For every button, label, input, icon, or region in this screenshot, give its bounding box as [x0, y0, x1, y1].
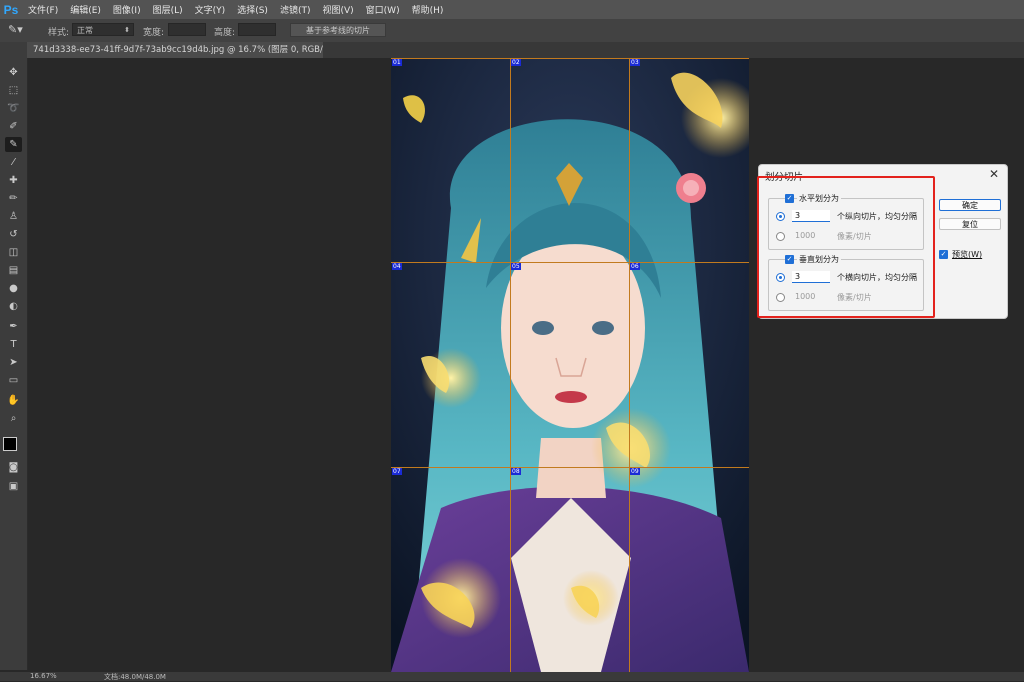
slice-badge: 03 [630, 59, 640, 66]
ok-button[interactable]: 确定 [939, 199, 1001, 211]
reset-button[interactable]: 复位 [939, 218, 1001, 230]
slice-line [629, 58, 630, 672]
slice-badge: 09 [630, 468, 640, 475]
slice-line [391, 58, 749, 59]
stamp-tool-icon[interactable]: ♙ [5, 209, 22, 224]
slice-badge: 01 [392, 59, 402, 66]
slice-line [391, 467, 749, 468]
slice-badge: 05 [511, 263, 521, 270]
slices-from-guides-button[interactable]: 基于参考线的切片 [290, 23, 386, 37]
quick-select-tool-icon[interactable]: ✐ [5, 119, 22, 134]
zoom-level[interactable]: 16.67% [30, 672, 57, 680]
blur-tool-icon[interactable]: ● [5, 281, 22, 296]
slice-tool-icon[interactable]: ✎ [5, 137, 22, 152]
menu-select[interactable]: 选择(S) [231, 3, 274, 16]
brush-tool-icon[interactable]: ✏ [5, 191, 22, 206]
slice-badge: 07 [392, 468, 402, 475]
options-bar: ✎▾ 样式: 正常 ⬍ 宽度: 高度: 基于参考线的切片 [0, 19, 1024, 43]
slice-badge: 02 [511, 59, 521, 66]
eraser-tool-icon[interactable]: ◫ [5, 245, 22, 260]
type-tool-icon[interactable]: T [5, 337, 22, 352]
slice-badge: 08 [511, 468, 521, 475]
marquee-tool-icon[interactable]: ⬚ [5, 83, 22, 98]
menu-type[interactable]: 文字(Y) [189, 3, 232, 16]
width-input[interactable] [168, 23, 206, 36]
document-tab-bar: 741d3338-ee73-41ff-9d7f-73ab9cc19d4b.jpg… [27, 42, 1024, 58]
artwork-image [391, 58, 749, 672]
close-icon[interactable]: ✕ [989, 167, 999, 181]
menu-edit[interactable]: 编辑(E) [64, 3, 107, 16]
path-select-tool-icon[interactable]: ➤ [5, 355, 22, 370]
slice-line [391, 262, 749, 263]
height-input[interactable] [238, 23, 276, 36]
lasso-tool-icon[interactable]: ➰ [5, 101, 22, 116]
slice-select-tool-icon[interactable]: ✎▾ [8, 23, 23, 36]
style-dropdown[interactable]: 正常 ⬍ [72, 23, 134, 36]
quick-mask-icon[interactable]: ◙ [5, 460, 22, 475]
chevron-down-icon: ⬍ [124, 26, 130, 34]
move-tool-icon[interactable]: ✥ [5, 65, 22, 80]
menu-bar: Ps 文件(F) 编辑(E) 图像(I) 图层(L) 文字(Y) 选择(S) 滤… [0, 0, 1024, 19]
slice-line [510, 58, 511, 672]
menu-help[interactable]: 帮助(H) [406, 3, 450, 16]
style-value: 正常 [77, 26, 93, 35]
pen-tool-icon[interactable]: ✒ [5, 319, 22, 334]
style-label: 样式: [48, 28, 70, 38]
healing-brush-tool-icon[interactable]: ✚ [5, 173, 22, 188]
menu-view[interactable]: 视图(V) [316, 3, 359, 16]
menu-file[interactable]: 文件(F) [22, 3, 64, 16]
slice-badge: 06 [630, 263, 640, 270]
document-tab[interactable]: 741d3338-ee73-41ff-9d7f-73ab9cc19d4b.jpg… [27, 42, 323, 58]
slice-badge: 04 [392, 263, 402, 270]
rectangle-tool-icon[interactable]: ▭ [5, 373, 22, 388]
tools-panel: ✥ ⬚ ➰ ✐ ✎ ⁄ ✚ ✏ ♙ ↺ ◫ ▤ ● ◐ ✒ T ➤ ▭ ✋ ⌕ … [0, 42, 28, 670]
gradient-tool-icon[interactable]: ▤ [5, 263, 22, 278]
menu-window[interactable]: 窗口(W) [360, 3, 406, 16]
preview-label: 预览(W) [952, 250, 983, 259]
preview-checkbox[interactable]: ✓ [939, 250, 948, 259]
document-tab-title: 741d3338-ee73-41ff-9d7f-73ab9cc19d4b.jpg… [33, 45, 323, 55]
photoshop-logo: Ps [3, 2, 19, 17]
menu-filter[interactable]: 滤镜(T) [274, 3, 317, 16]
zoom-tool-icon[interactable]: ⌕ [5, 411, 22, 426]
menu-layer[interactable]: 图层(L) [147, 3, 189, 16]
height-label: 高度: [214, 28, 236, 38]
dodge-tool-icon[interactable]: ◐ [5, 299, 22, 314]
highlight-box [757, 176, 935, 318]
eyedropper-tool-icon[interactable]: ⁄ [5, 155, 22, 170]
width-label: 宽度: [143, 28, 165, 38]
menu-image[interactable]: 图像(I) [107, 3, 147, 16]
foreground-color-swatch[interactable] [3, 437, 17, 451]
hand-tool-icon[interactable]: ✋ [5, 393, 22, 408]
document-canvas[interactable]: 01 02 03 04 05 06 07 08 09 [391, 58, 749, 672]
screen-mode-icon[interactable]: ▣ [5, 479, 22, 494]
history-brush-tool-icon[interactable]: ↺ [5, 227, 22, 242]
status-bar: 16.67% 文档:48.0M/48.0M [0, 672, 1024, 681]
